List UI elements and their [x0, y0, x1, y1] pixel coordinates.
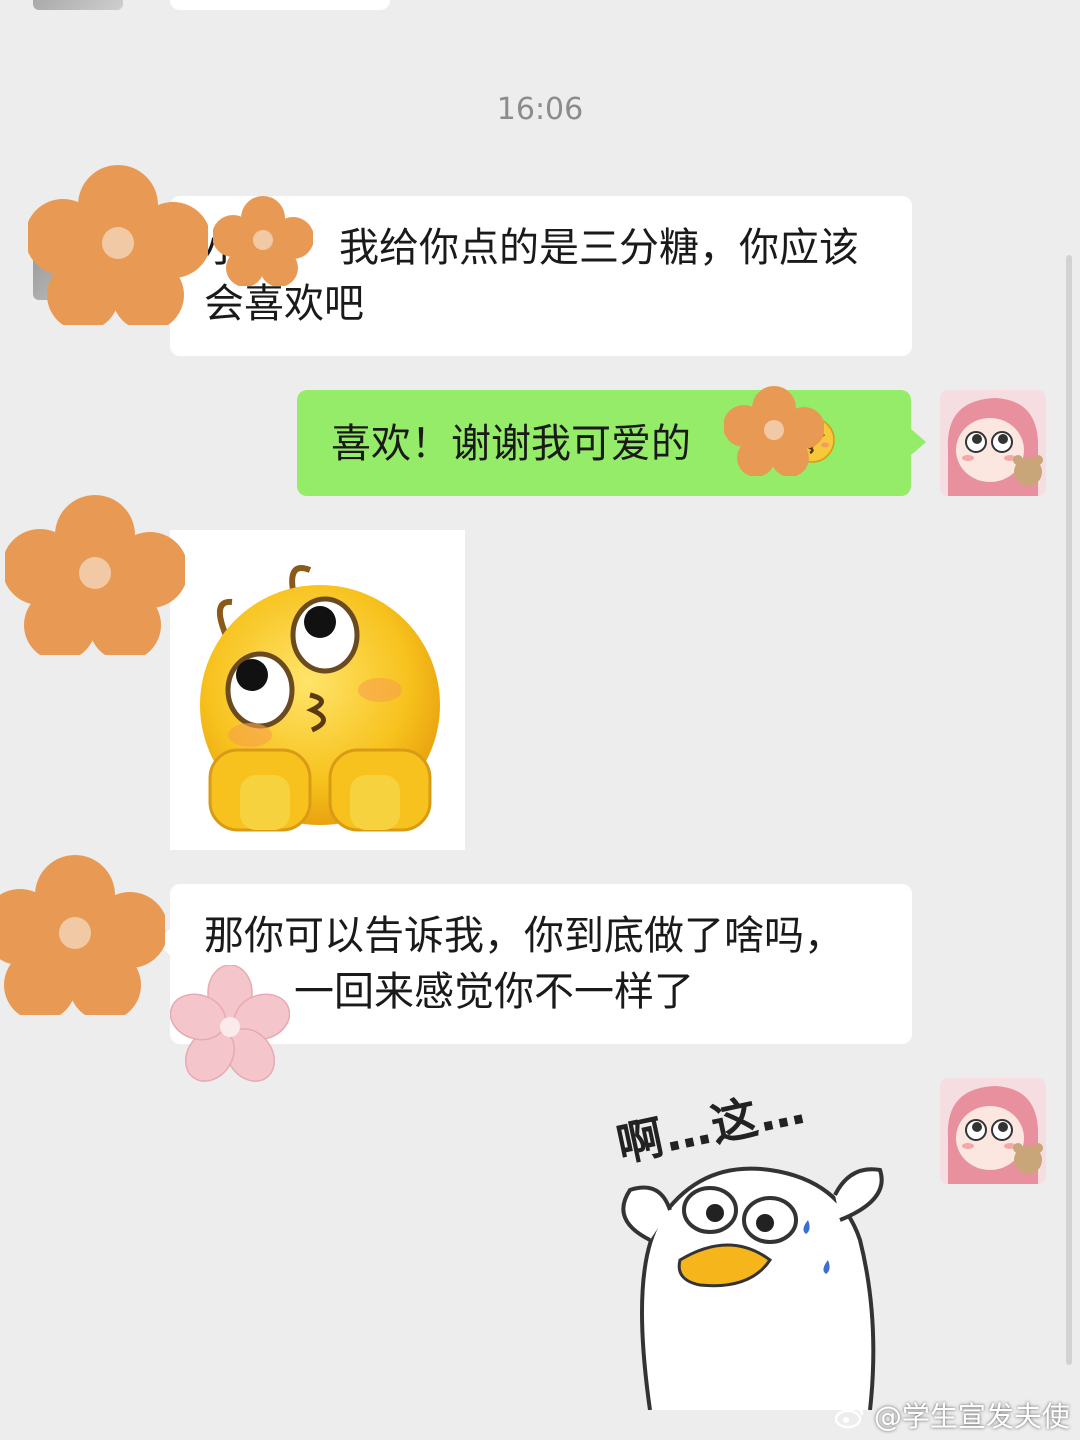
weibo-icon	[834, 1403, 865, 1429]
cartoon-girl-avatar-icon	[940, 390, 1046, 496]
duck-icon	[621, 1166, 884, 1410]
message-text-continued: 一回来感觉你不一样了	[294, 969, 694, 1015]
my-message-text: 喜欢！谢谢我可爱的	[331, 421, 691, 467]
orange-flower-sticker	[28, 165, 208, 325]
pink-flower-sticker	[170, 965, 290, 1082]
yellow-face-sticker-icon	[200, 565, 440, 832]
contact-avatar[interactable]	[33, 0, 123, 10]
duck-sticker[interactable]: 啊…这…	[590, 1070, 920, 1410]
message-timestamp: 16:06	[496, 92, 584, 127]
my-avatar[interactable]	[940, 1078, 1046, 1184]
orange-flower-sticker	[5, 495, 185, 655]
orange-flower-sticker	[724, 386, 824, 476]
message-text: 那你可以告诉我，你到底做了啥吗，	[204, 913, 844, 959]
my-avatar[interactable]	[940, 390, 1046, 496]
yellow-face-kiss-sticker[interactable]	[170, 530, 465, 850]
watermark: @学生宣发夫使	[834, 1395, 1070, 1435]
scrollbar[interactable]	[1066, 255, 1072, 1365]
orange-flower-sticker	[0, 855, 165, 1015]
bubble-tail	[910, 428, 926, 456]
message-bubble-partial[interactable]	[170, 0, 390, 10]
orange-flower-sticker	[213, 196, 313, 286]
cartoon-girl-avatar-icon	[940, 1078, 1046, 1184]
watermark-text: @学生宣发夫使	[873, 1400, 1070, 1433]
